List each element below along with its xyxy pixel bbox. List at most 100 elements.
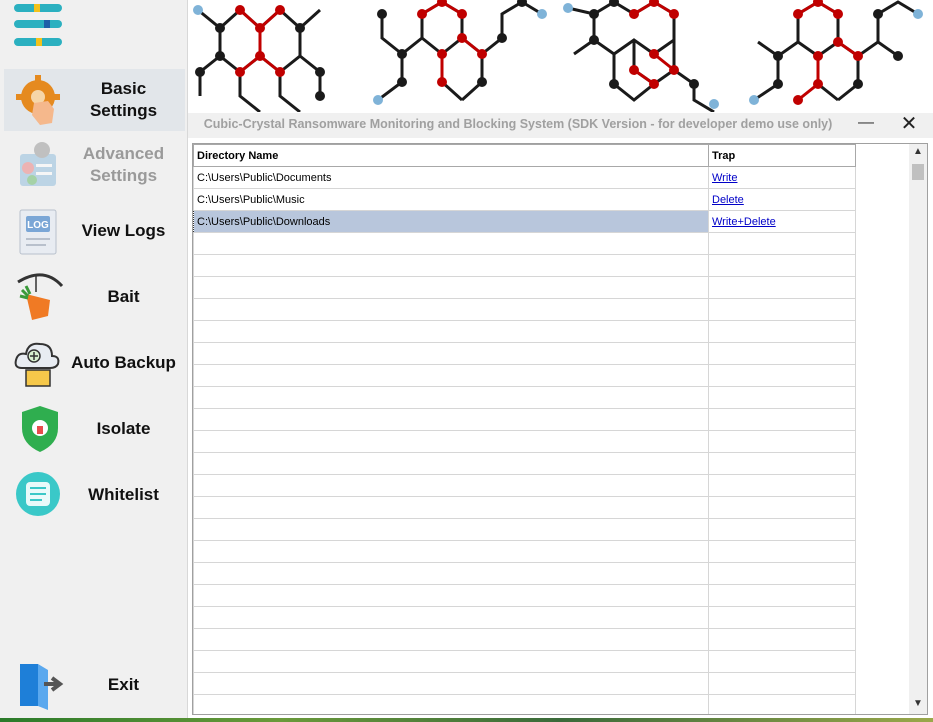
empty-cell	[708, 342, 856, 365]
empty-row	[193, 650, 856, 673]
directory-table: Directory Name Trap C:\Users\Public\Docu…	[193, 144, 856, 714]
desktop-background-strip	[0, 718, 933, 722]
empty-row	[193, 628, 856, 651]
empty-cell	[193, 672, 709, 695]
empty-cell	[193, 254, 709, 277]
empty-cell	[708, 540, 856, 563]
empty-cell	[708, 694, 856, 714]
empty-row	[193, 232, 856, 255]
empty-cell	[708, 430, 856, 453]
scroll-thumb[interactable]	[912, 164, 924, 180]
empty-cell	[193, 386, 709, 409]
trap-link[interactable]: Write	[708, 166, 856, 189]
nav-label: Isolate	[96, 419, 151, 438]
empty-row	[193, 430, 856, 453]
empty-cell	[193, 320, 709, 343]
nav-view-logs[interactable]: LOG View Logs	[4, 200, 185, 262]
empty-cell	[193, 276, 709, 299]
title-bar: Cubic-Crystal Ransomware Monitoring and …	[188, 113, 933, 138]
gear-hand-icon	[16, 75, 60, 125]
empty-row	[193, 562, 856, 585]
header-row: Directory Name Trap	[193, 144, 856, 167]
carrot-bait-icon	[17, 273, 64, 320]
directory-cell[interactable]: C:\Users\Public\Downloads	[193, 210, 709, 233]
empty-cell	[708, 672, 856, 695]
empty-cell	[193, 298, 709, 321]
empty-cell	[193, 232, 709, 255]
empty-cell	[193, 650, 709, 673]
directory-cell[interactable]: C:\Users\Public\Music	[193, 188, 709, 211]
scroll-up-arrow-icon[interactable]: ▲	[909, 146, 927, 160]
empty-cell	[708, 562, 856, 585]
nav-advanced-settings[interactable]: Advanced Settings	[4, 134, 185, 196]
empty-cell	[708, 518, 856, 541]
table-row[interactable]: C:\Users\Public\Documents Write	[193, 166, 856, 189]
empty-cell	[193, 584, 709, 607]
empty-cell	[708, 496, 856, 519]
nav-bait[interactable]: Bait	[4, 266, 185, 328]
empty-row	[193, 276, 856, 299]
empty-cell	[708, 254, 856, 277]
trap-link[interactable]: Write+Delete	[708, 210, 856, 233]
column-header-trap[interactable]: Trap	[708, 144, 856, 167]
hamburger-menu-icon[interactable]	[14, 2, 62, 58]
nav-label: Bait	[107, 287, 140, 306]
empty-cell	[193, 364, 709, 387]
checklist-icon	[16, 472, 60, 516]
empty-row	[193, 496, 856, 519]
empty-cell	[193, 430, 709, 453]
empty-row	[193, 342, 856, 365]
nav-label: Exit	[107, 675, 140, 694]
app-title: Cubic-Crystal Ransomware Monitoring and …	[203, 117, 833, 131]
nav-auto-backup[interactable]: Auto Backup	[4, 332, 185, 394]
directory-grid[interactable]: Directory Name Trap C:\Users\Public\Docu…	[192, 143, 928, 715]
empty-cell	[708, 474, 856, 497]
empty-cell	[708, 298, 856, 321]
vertical-scrollbar[interactable]: ▲ ▼	[909, 144, 927, 714]
empty-row	[193, 386, 856, 409]
column-header-directory[interactable]: Directory Name	[193, 144, 709, 167]
nav-label: Basic Settings	[89, 79, 158, 120]
empty-cell	[708, 276, 856, 299]
nav-label: View Logs	[81, 221, 166, 240]
log-document-icon: LOG	[19, 209, 57, 255]
close-button[interactable]: ✕	[896, 113, 922, 137]
empty-row	[193, 584, 856, 607]
trap-link[interactable]: Delete	[708, 188, 856, 211]
empty-cell	[708, 320, 856, 343]
cloud-backup-icon	[14, 342, 60, 387]
empty-cell	[708, 232, 856, 255]
empty-cell	[708, 650, 856, 673]
molecule-banner	[188, 0, 933, 112]
nav-whitelist[interactable]: Whitelist	[4, 464, 185, 526]
empty-row	[193, 694, 856, 714]
empty-cell	[193, 452, 709, 475]
nav-label: Auto Backup	[71, 353, 176, 372]
advanced-settings-icon	[20, 142, 56, 186]
empty-row	[193, 672, 856, 695]
empty-cell	[193, 540, 709, 563]
table-row-selected[interactable]: C:\Users\Public\Downloads Write+Delete	[193, 210, 856, 233]
nav-label: Whitelist	[88, 485, 159, 504]
minimize-button[interactable]: —	[854, 114, 878, 136]
nav-exit[interactable]: Exit	[4, 654, 185, 716]
nav-isolate[interactable]: Isolate	[4, 398, 185, 460]
table-row[interactable]: C:\Users\Public\Music Delete	[193, 188, 856, 211]
empty-row	[193, 474, 856, 497]
scroll-down-arrow-icon[interactable]: ▼	[909, 698, 927, 712]
empty-cell	[708, 364, 856, 387]
empty-cell	[708, 606, 856, 629]
empty-row	[193, 606, 856, 629]
empty-row	[193, 364, 856, 387]
empty-row	[193, 452, 856, 475]
empty-row	[193, 518, 856, 541]
empty-cell	[708, 452, 856, 475]
empty-cell	[193, 408, 709, 431]
empty-cell	[708, 584, 856, 607]
empty-row	[193, 320, 856, 343]
directory-cell[interactable]: C:\Users\Public\Documents	[193, 166, 709, 189]
nav-label: Advanced Settings	[82, 144, 165, 185]
empty-cell	[708, 628, 856, 651]
empty-cell	[193, 606, 709, 629]
nav-basic-settings[interactable]: Basic Settings	[4, 69, 185, 131]
